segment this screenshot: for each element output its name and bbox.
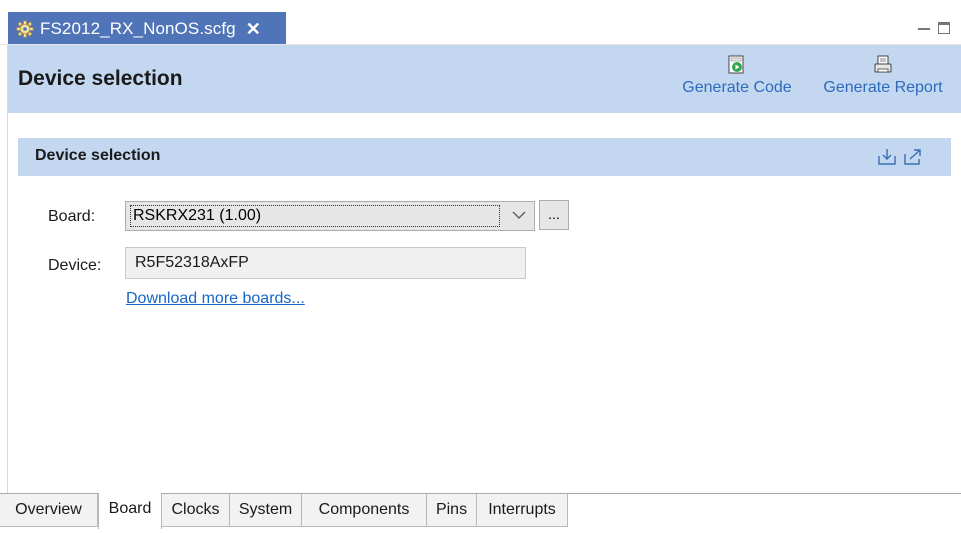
tab-clocks[interactable]: Clocks <box>162 494 230 527</box>
editor-tab[interactable]: FS2012_RX_NonOS.scfg ✕ <box>8 12 286 45</box>
editor-tab-strip: FS2012_RX_NonOS.scfg ✕ <box>0 0 961 45</box>
tab-board[interactable]: Board <box>98 493 162 529</box>
bottom-tab-bar: Overview Board Clocks System Components … <box>0 493 961 533</box>
generate-code-button[interactable]: Generate Code <box>672 55 802 97</box>
tab-interrupts[interactable]: Interrupts <box>477 494 568 527</box>
tab-overview[interactable]: Overview <box>0 494 98 527</box>
generate-report-button[interactable]: Generate Report <box>811 55 955 97</box>
generate-code-label: Generate Code <box>682 79 792 96</box>
generate-report-icon <box>874 55 892 73</box>
board-select[interactable]: RSKRX231 (1.00) <box>125 201 535 231</box>
page-title: Device selection <box>18 67 183 90</box>
minimize-icon[interactable] <box>918 28 930 30</box>
import-icon[interactable] <box>876 147 898 167</box>
device-field[interactable]: R5F52318AxFP <box>125 247 526 279</box>
maximize-icon[interactable] <box>938 22 950 34</box>
download-boards-link[interactable]: Download more boards... <box>126 290 305 308</box>
tab-components[interactable]: Components <box>302 494 427 527</box>
tab-system[interactable]: System <box>230 494 302 527</box>
main-content: Device selection Board: RSKRX231 (1.00) … <box>7 113 961 493</box>
section-header[interactable]: Device selection <box>18 138 951 176</box>
generate-code-icon <box>728 55 744 74</box>
section-title: Device selection <box>35 147 161 164</box>
gear-icon <box>16 20 34 37</box>
close-icon[interactable]: ✕ <box>246 20 261 38</box>
board-select-value: RSKRX231 (1.00) <box>130 205 500 227</box>
export-icon[interactable] <box>902 147 924 167</box>
editor-tab-title: FS2012_RX_NonOS.scfg <box>40 18 236 38</box>
tab-pins[interactable]: Pins <box>427 494 477 527</box>
generate-report-label: Generate Report <box>823 79 943 96</box>
chevron-down-icon <box>512 211 526 219</box>
browse-board-button[interactable]: ... <box>539 200 569 230</box>
board-label: Board: <box>48 208 96 225</box>
page-header: Device selection Generate Code Generate … <box>7 45 961 113</box>
device-label: Device: <box>48 257 102 274</box>
